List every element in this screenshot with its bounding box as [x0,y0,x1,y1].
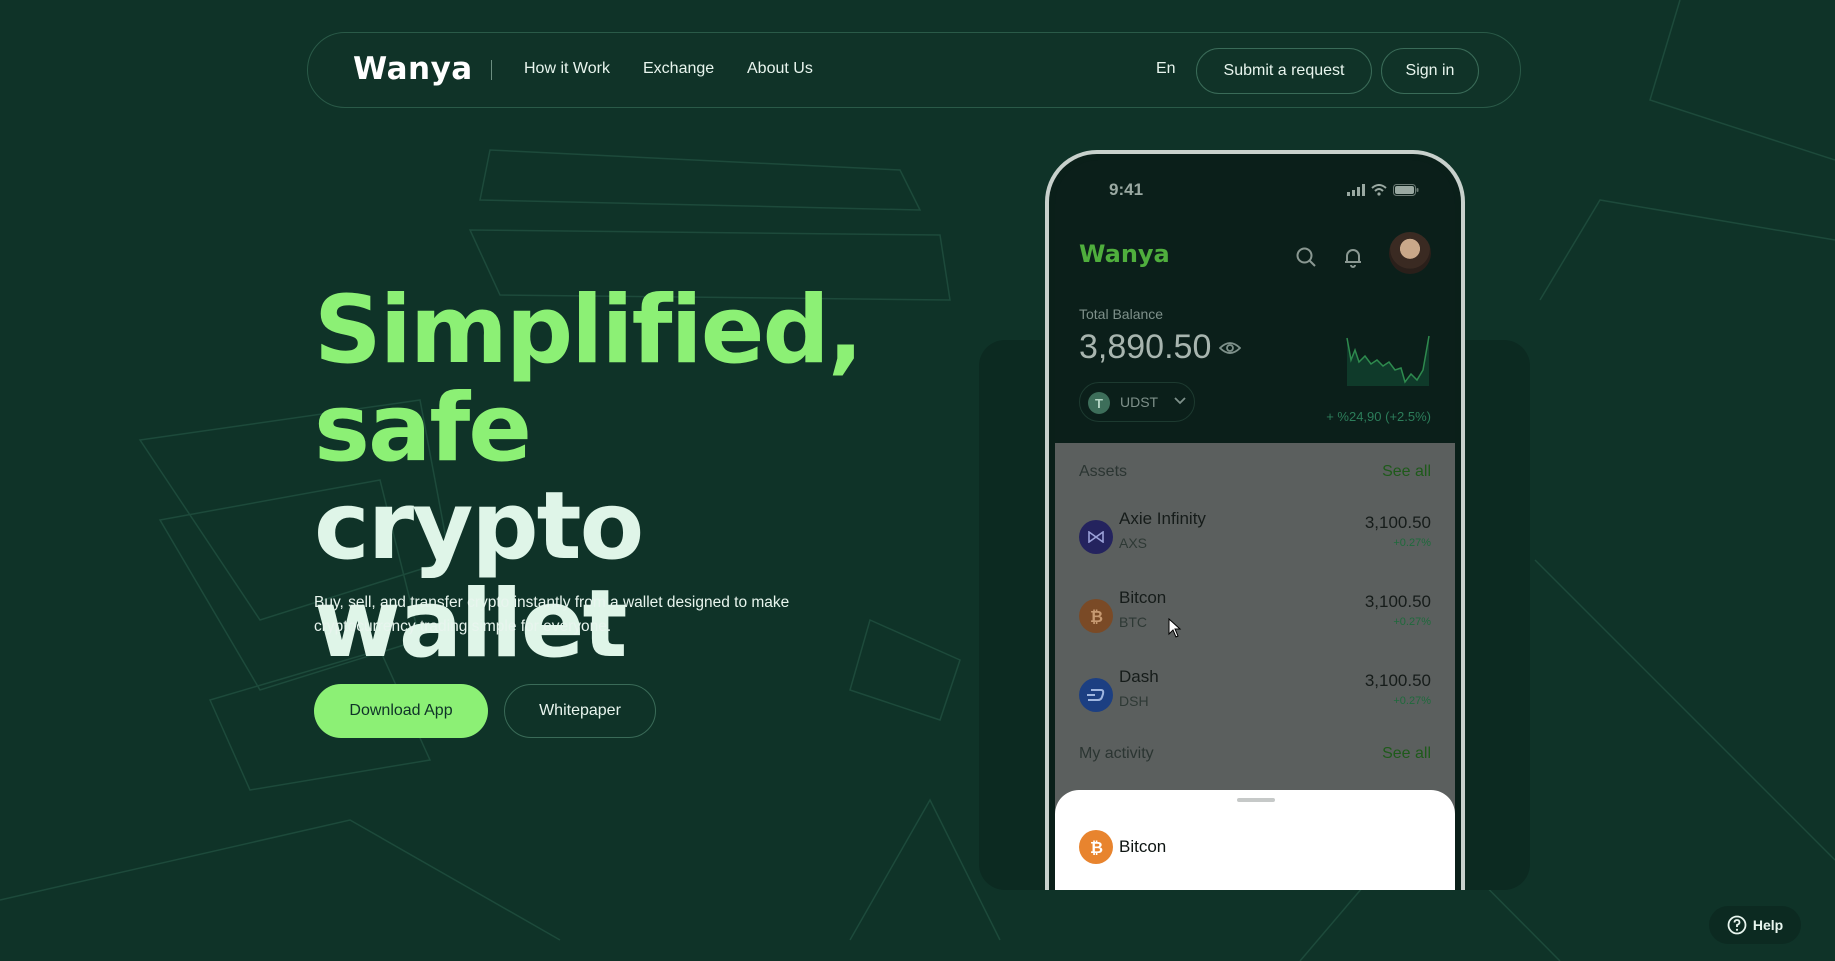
balance-sparkline [1346,335,1430,386]
currency-selector[interactable]: T UDST [1079,382,1195,422]
asset-value: 3,100.50 [1364,592,1431,611]
currency-label: UDST [1120,394,1159,410]
nav-link-exchange[interactable]: Exchange [643,60,714,78]
submit-request-button[interactable]: Submit a request [1196,48,1372,94]
avatar[interactable] [1389,232,1431,274]
phone-screen: 9:41 Wanya Total Balance 3,890.50 T UDST… [1055,160,1455,890]
asset-symbol: AXS [1119,535,1148,551]
activity-see-all-link[interactable]: See all [1382,745,1431,763]
asset-row-dsh[interactable]: Dash DSH 3,100.50 +0.27% [1055,663,1455,733]
asset-symbol: DSH [1119,693,1149,709]
sheet-drag-handle[interactable] [1237,798,1275,802]
eye-icon[interactable] [1219,340,1241,356]
dash-icon [1079,678,1113,712]
help-icon [1727,915,1747,935]
svg-text:₿: ₿ [1090,838,1103,856]
asset-name: Dash [1119,667,1159,686]
logo[interactable]: Wanya [353,51,473,87]
balance-value: 3,890.50 [1079,328,1212,366]
asset-change: +0.27% [1393,537,1431,549]
battery-icon [1393,184,1419,196]
top-navbar: Wanya How it Work Exchange About Us En S… [307,32,1521,108]
wifi-icon [1371,184,1387,196]
asset-name: Bitcon [1119,588,1167,607]
asset-value: 3,100.50 [1364,513,1431,532]
asset-name: Axie Infinity [1119,509,1206,528]
nav-link-how-it-work[interactable]: How it Work [524,60,610,78]
mouse-cursor [1168,618,1182,638]
help-button[interactable]: Help [1709,906,1801,944]
hero-title-line1: Simplified, [314,276,863,385]
status-icons [1347,184,1419,196]
bitcoin-icon: ₿ [1079,830,1113,864]
status-time: 9:41 [1109,180,1144,199]
asset-change: +0.27% [1393,695,1431,707]
asset-change: +0.27% [1393,616,1431,628]
app-logo: Wanya [1079,240,1170,268]
whitepaper-button[interactable]: Whitepaper [504,684,656,738]
asset-row-btc[interactable]: ₿ Bitcon BTC 3,100.50 +0.27% [1055,584,1455,654]
asset-symbol: BTC [1119,614,1147,630]
assets-see-all-link[interactable]: See all [1382,463,1431,481]
sheet-item-name: Bitcon [1119,837,1167,856]
svg-text:₿: ₿ [1090,607,1103,625]
hero-title-crypto: crypto [314,472,644,581]
bell-icon[interactable] [1342,246,1364,268]
nav-divider [491,60,492,80]
bottom-sheet[interactable]: ₿ Bitcon [1055,790,1455,890]
background-decoration [0,0,1835,961]
signal-icon [1347,184,1365,196]
activity-title: My activity [1079,745,1154,762]
language-selector[interactable]: En [1156,60,1176,78]
hero-subtitle: Buy, sell, and transfer crypto instantly… [314,594,790,635]
balance-label: Total Balance [1079,306,1164,322]
axie-infinity-icon [1079,520,1113,554]
sign-in-button[interactable]: Sign in [1381,48,1479,94]
asset-row-axs[interactable]: Axie Infinity AXS 3,100.50 +0.27% [1055,505,1455,575]
search-icon[interactable] [1295,246,1317,268]
download-app-button[interactable]: Download App [314,684,488,738]
chevron-down-icon [1174,397,1186,405]
asset-value: 3,100.50 [1364,671,1431,690]
assets-title: Assets [1079,463,1128,480]
nav-link-about-us[interactable]: About Us [747,60,813,78]
tether-icon: T [1088,392,1110,414]
balance-change: + %24,90 (+2.5%) [1326,409,1431,424]
bitcoin-icon: ₿ [1079,599,1113,633]
help-label: Help [1752,917,1784,933]
phone-mockup: 9:41 Wanya Total Balance 3,890.50 T UDST… [1045,150,1465,890]
hero-title-safe: safe [314,374,532,483]
